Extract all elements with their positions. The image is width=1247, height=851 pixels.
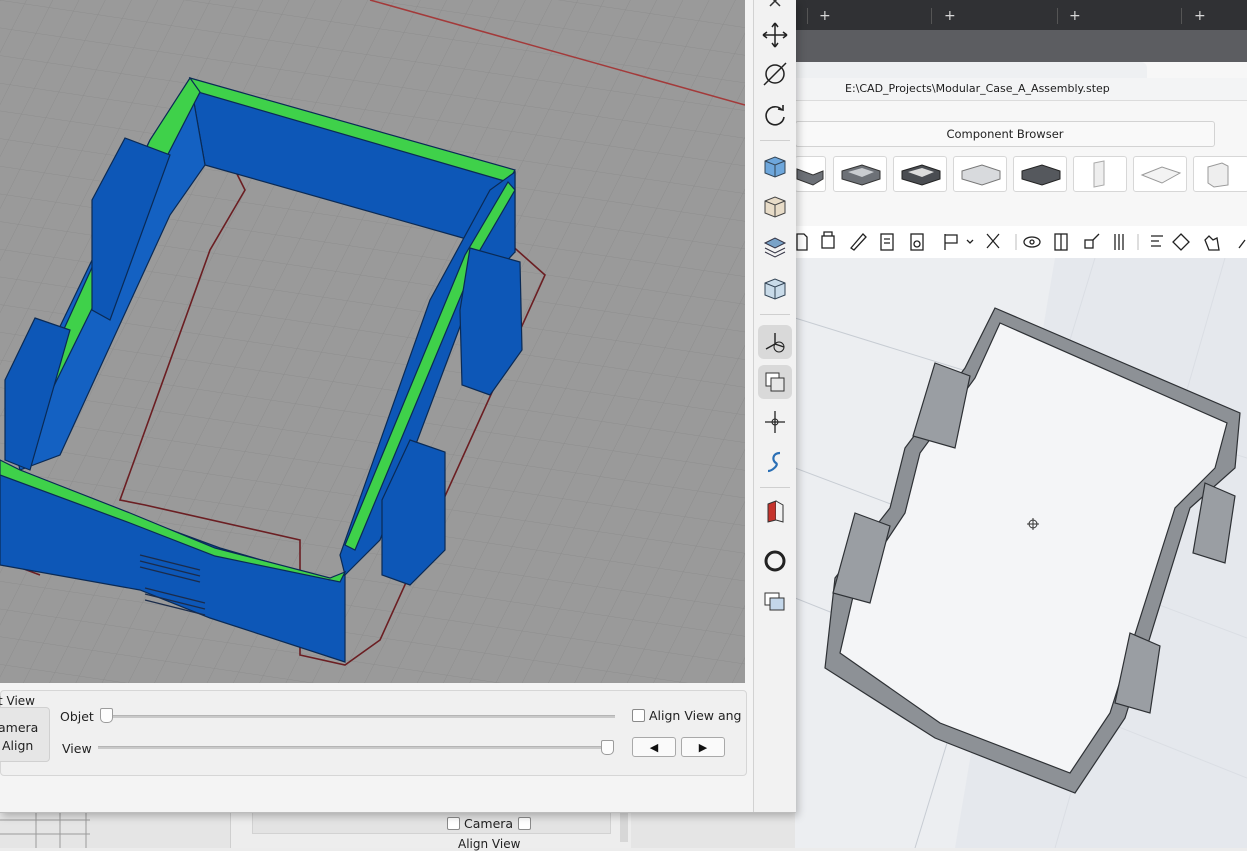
ring-icon[interactable]	[758, 544, 792, 578]
bg-scrollbar[interactable]	[620, 812, 628, 842]
measure-icon[interactable]	[758, 405, 792, 439]
file-path-label: E:\CAD_Projects\Modular_Case_A_Assembly.…	[845, 82, 1110, 95]
view-toolbar	[753, 0, 796, 812]
new-tab-button[interactable]: +	[944, 8, 956, 24]
view-front-cube-icon[interactable]	[758, 190, 792, 224]
sheet-icon	[880, 233, 894, 251]
arrange-objects-icon[interactable]	[758, 584, 792, 618]
camera-label: amera	[0, 720, 39, 735]
align-view-checkbox[interactable]	[632, 709, 645, 722]
assembly-icon	[821, 231, 835, 249]
view-top-cube-icon[interactable]	[758, 150, 792, 184]
objet-label: Objet	[60, 709, 94, 724]
trim-icon	[986, 233, 1000, 249]
align-icon	[1151, 235, 1163, 247]
copy-object-icon[interactable]	[758, 365, 792, 399]
component-thumbnail[interactable]	[893, 156, 947, 192]
new-tab-button[interactable]: +	[819, 8, 831, 24]
viewport-canvas[interactable]	[0, 0, 745, 683]
prev-button[interactable]: ◀	[632, 737, 676, 757]
component-browser-header[interactable]: Component Browser	[795, 121, 1215, 147]
objet-slider-track[interactable]	[100, 715, 615, 718]
new-tab-button[interactable]: +	[1069, 8, 1081, 24]
more-tools-icon	[1238, 239, 1246, 249]
bg-camera-label: Camera	[464, 816, 514, 831]
drawing-icon	[910, 233, 924, 251]
bg-align-view-label: Align View	[458, 837, 521, 851]
explode-view-icon	[1084, 233, 1100, 249]
align-view-label: Align View ang	[649, 708, 742, 723]
cut-plane-icon[interactable]	[758, 494, 792, 528]
mate-icon	[1172, 233, 1190, 251]
slicer-window: t View amera Align Objet View Align View…	[0, 0, 796, 813]
component-thumbnail[interactable]	[833, 156, 887, 192]
cad-command-toolbar	[795, 226, 1247, 259]
section-view-icon	[1054, 233, 1068, 251]
view-slider-track[interactable]	[98, 746, 613, 749]
bg-camera-checkbox-2[interactable]	[518, 817, 531, 830]
cad-window-chrome	[795, 62, 1147, 78]
view-label: View	[62, 741, 92, 756]
component-thumbnail[interactable]	[795, 156, 826, 192]
3d-viewport[interactable]	[0, 0, 745, 683]
browser-tab-bar: + + + +	[795, 0, 1247, 30]
align-label: Align	[2, 738, 34, 753]
move-icon[interactable]	[758, 18, 792, 52]
component-thumbnail[interactable]	[1133, 156, 1187, 192]
iso-view-cube-icon[interactable]	[758, 272, 792, 306]
component-thumbnail[interactable]	[1073, 156, 1127, 192]
visibility-eye-icon	[1023, 236, 1041, 248]
bg-camera-checkbox[interactable]	[447, 817, 460, 830]
orbit-icon[interactable]	[758, 57, 792, 91]
view-group-label: t View	[0, 694, 35, 708]
component-thumbnail[interactable]	[1193, 156, 1247, 192]
close-icon[interactable]	[758, 0, 792, 18]
hand-pan-icon	[1204, 235, 1220, 251]
new-tab-button[interactable]: +	[1194, 8, 1206, 24]
cad-3d-view[interactable]	[795, 258, 1247, 848]
rotate-icon[interactable]	[758, 99, 792, 133]
support-paint-icon[interactable]	[758, 445, 792, 479]
cad-canvas[interactable]	[795, 258, 1247, 848]
new-doc-icon	[796, 233, 808, 251]
edit-sketch-icon	[850, 233, 867, 251]
flag-icon	[944, 234, 974, 250]
view-options-panel	[0, 690, 747, 776]
columns-icon	[1114, 234, 1124, 250]
view-slider-thumb[interactable]	[601, 740, 614, 755]
layers-icon[interactable]	[758, 230, 792, 264]
next-button[interactable]: ▶	[681, 737, 725, 757]
axis-transform-icon[interactable]	[758, 325, 792, 359]
component-thumbnail[interactable]	[1013, 156, 1067, 192]
objet-slider-thumb[interactable]	[100, 708, 113, 723]
component-thumbnail[interactable]	[953, 156, 1007, 192]
